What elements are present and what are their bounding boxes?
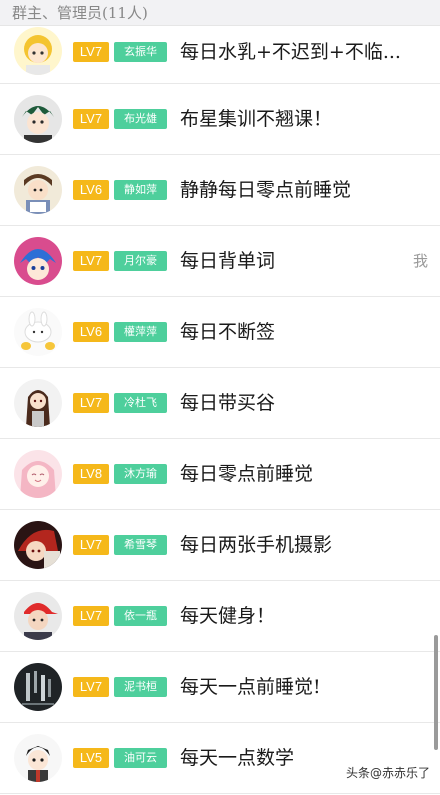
member-row[interactable]: LV7 希雪琴 每日两张手机摄影 [0,510,440,581]
member-name: 每日零点前睡觉 [180,463,314,485]
level-badge: LV7 [73,251,109,271]
title-badge: 月尔豪 [114,251,167,271]
anime-girl-long-hair-avatar-icon[interactable] [14,379,62,427]
member-name: 每天一点前睡觉! [180,676,321,698]
dark-text-avatar-icon[interactable] [14,663,62,711]
level-badge: LV8 [73,464,109,484]
member-name: 每日不断签 [180,321,276,343]
title-badge: 希雪琴 [114,535,167,555]
title-badge: 沐方瑜 [114,464,167,484]
title-badge: 静如萍 [114,180,167,200]
member-row[interactable]: LV5 油可云 每天一点数学 [0,723,440,794]
cartoon-bunny-avatar-icon[interactable] [14,308,62,356]
level-badge: LV7 [73,677,109,697]
member-row[interactable]: LV6 静如萍 静静每日零点前睡觉 [0,155,440,226]
level-badge: LV7 [73,109,109,129]
level-badge: LV6 [73,322,109,342]
level-badge: LV7 [73,41,109,62]
level-badge: LV5 [73,748,109,768]
member-name: 每天一点数学 [180,747,295,769]
member-name: 静静每日零点前睡觉 [180,179,352,201]
anime-boy-book-avatar-icon[interactable] [14,166,62,214]
member-section-header: 群主、管理员(11人) [0,0,440,26]
member-name: 布星集训不翘课！ [180,108,333,130]
level-badge: LV6 [73,180,109,200]
level-badge: LV7 [73,535,109,555]
title-badge: 權萍萍 [114,322,167,342]
member-row[interactable]: LV6 權萍萍 每日不断签 [0,297,440,368]
title-badge: 布光雄 [114,109,167,129]
member-name: 每日带买谷 [180,392,276,414]
member-row[interactable]: LV8 沐方瑜 每日零点前睡觉 [0,439,440,510]
member-row[interactable]: LV7 冷杜飞 每日带买谷 [0,368,440,439]
title-badge: 冷杜飞 [114,393,167,413]
member-list: LV7 玄振华 每日水乳+不迟到+不临... LV7 布光雄 布星集训不翘课！ … [0,26,440,794]
section-title: 群主、管理员(11人) [12,4,148,22]
title-badge: 油可云 [114,748,167,768]
level-badge: LV7 [73,393,109,413]
anime-boy-green-hair-avatar-icon[interactable] [14,95,62,143]
title-badge: 依一瓶 [114,606,167,626]
member-row[interactable]: LV7 布光雄 布星集训不翘课！ [0,84,440,155]
member-name: 每天健身！ [180,605,276,627]
title-badge: 泥书桓 [114,677,167,697]
level-badge: LV7 [73,606,109,626]
member-row[interactable]: LV7 玄振华 每日水乳+不迟到+不临... [0,26,440,84]
self-indicator: 我 [412,252,428,270]
red-cap-boy-avatar-icon[interactable] [14,592,62,640]
member-name: 每日背单词 [180,250,276,272]
watermark-text: 头条@赤赤乐了 [345,766,430,780]
member-row[interactable]: LV7 依一瓶 每天健身！ [0,581,440,652]
title-badge: 玄振华 [114,41,167,62]
member-name: 每日两张手机摄影 [180,534,333,556]
member-row[interactable]: LV7 泥书桓 每天一点前睡觉! [0,652,440,723]
anime-boy-red-dark-avatar-icon[interactable] [14,521,62,569]
member-name: 每日水乳+不迟到+不临... [180,40,401,63]
cartoon-girl-avatar-icon[interactable] [14,26,62,75]
chibi-boy-avatar-icon[interactable] [14,734,62,782]
anime-boy-blue-hair-avatar-icon[interactable] [14,237,62,285]
scrollbar[interactable] [434,635,438,750]
anime-girl-pink-hair-avatar-icon[interactable] [14,450,62,498]
member-row[interactable]: LV7 月尔豪 每日背单词 我 [0,226,440,297]
